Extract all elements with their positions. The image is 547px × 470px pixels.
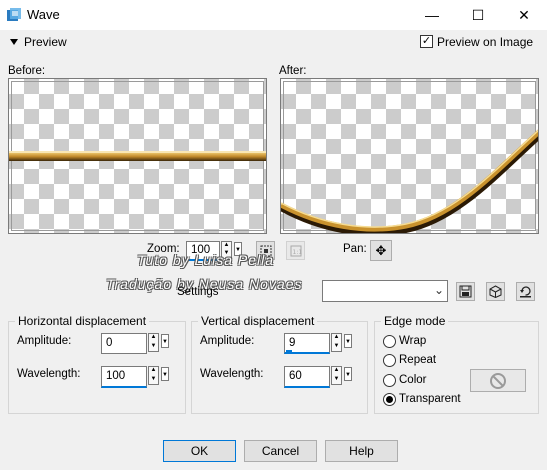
after-preview[interactable] [280, 78, 539, 234]
vertical-wavelength-label: Wavelength: [200, 368, 264, 380]
no-color-icon [490, 372, 506, 389]
vertical-wavelength-input[interactable]: 60 [284, 366, 330, 388]
zoom-actual-button[interactable]: 1:1 [286, 241, 305, 260]
close-button[interactable]: ✕ [501, 0, 547, 30]
reset-icon [520, 286, 531, 298]
checkmark-icon: ✓ [421, 35, 432, 47]
watermark-line-1: Tuto by Luisa Pella [137, 252, 275, 268]
edge-color-swatch[interactable] [470, 369, 526, 392]
horizontal-displacement-title: Horizontal displacement [15, 314, 150, 328]
horizontal-amplitude-spinner[interactable]: ▲ ▼ [148, 333, 159, 352]
horizontal-wavelength-label: Wavelength: [17, 368, 81, 380]
vertical-amplitude-value: 9 [289, 337, 296, 349]
edge-mode-label-color[interactable]: Color [399, 374, 426, 386]
settings-select[interactable]: ⌄ [322, 280, 448, 302]
horizontal-wavelength-value: 100 [106, 370, 126, 382]
randomize-button[interactable] [486, 282, 505, 301]
edge-mode-title: Edge mode [381, 314, 449, 328]
save-icon [459, 285, 472, 298]
vertical-amplitude-input[interactable]: 9 [284, 333, 330, 354]
vertical-amplitude-spinner[interactable]: ▲ ▼ [331, 333, 342, 352]
dice-icon [489, 285, 502, 298]
preview-on-image-label[interactable]: Preview on Image [437, 35, 533, 49]
pan-button[interactable]: ✥ [370, 240, 392, 261]
before-label: Before: [8, 65, 46, 77]
pan-label: Pan: [343, 243, 367, 255]
vertical-wavelength-spinner[interactable]: ▲ ▼ [331, 366, 342, 385]
svg-text:1:1: 1:1 [292, 249, 302, 256]
app-icon [7, 8, 21, 21]
amplitude-slider-indicator [286, 350, 292, 352]
preview-section-label[interactable]: Preview [24, 35, 67, 49]
settings-label: Settings [177, 286, 219, 298]
edge-mode-label-wrap[interactable]: Wrap [399, 335, 426, 347]
vertical-amplitude-label: Amplitude: [200, 335, 255, 347]
horizontal-wavelength-dropdown[interactable]: ▼ [161, 367, 169, 381]
minimize-button[interactable]: — [409, 0, 455, 30]
window-title: Wave [27, 7, 60, 22]
edge-mode-radio-transparent[interactable] [383, 393, 396, 406]
edge-mode-label-transparent[interactable]: Transparent [399, 393, 461, 405]
before-preview[interactable] [8, 78, 267, 234]
move-arrows-icon: ✥ [375, 242, 387, 258]
zoom-actual-icon: 1:1 [290, 245, 302, 256]
horizontal-wavelength-spinner[interactable]: ▲ ▼ [148, 366, 159, 385]
maximize-button[interactable]: ☐ [455, 0, 501, 30]
after-wave-line [281, 129, 538, 233]
horizontal-amplitude-input[interactable]: 0 [101, 333, 147, 354]
close-icon: ✕ [518, 6, 530, 23]
vertical-displacement-title: Vertical displacement [198, 314, 318, 328]
save-preset-button[interactable] [456, 282, 475, 301]
vertical-wavelength-dropdown[interactable]: ▼ [344, 367, 352, 381]
minimize-icon: — [425, 7, 439, 23]
ok-button[interactable]: OK [163, 440, 236, 462]
vertical-amplitude-dropdown[interactable]: ▼ [344, 334, 352, 348]
maximize-icon: ☐ [471, 6, 485, 23]
before-wave-line [9, 151, 266, 161]
edge-mode-radio-color[interactable] [383, 374, 396, 387]
horizontal-amplitude-label: Amplitude: [17, 335, 72, 347]
horizontal-wavelength-input[interactable]: 100 [101, 366, 147, 388]
edge-mode-radio-repeat[interactable] [383, 354, 396, 367]
horizontal-amplitude-dropdown[interactable]: ▼ [161, 334, 169, 348]
reset-button[interactable] [516, 282, 535, 301]
cancel-button[interactable]: Cancel [244, 440, 317, 462]
collapse-triangle-icon[interactable] [10, 39, 18, 45]
chevron-down-icon: ⌄ [433, 283, 444, 297]
after-label: After: [279, 65, 307, 77]
vertical-wavelength-value: 60 [289, 370, 302, 382]
preview-on-image-checkbox[interactable]: ✓ [420, 35, 433, 48]
help-button[interactable]: Help [325, 440, 398, 462]
edge-mode-label-repeat[interactable]: Repeat [399, 354, 436, 366]
horizontal-amplitude-value: 0 [106, 337, 113, 349]
edge-mode-radio-wrap[interactable] [383, 335, 396, 348]
